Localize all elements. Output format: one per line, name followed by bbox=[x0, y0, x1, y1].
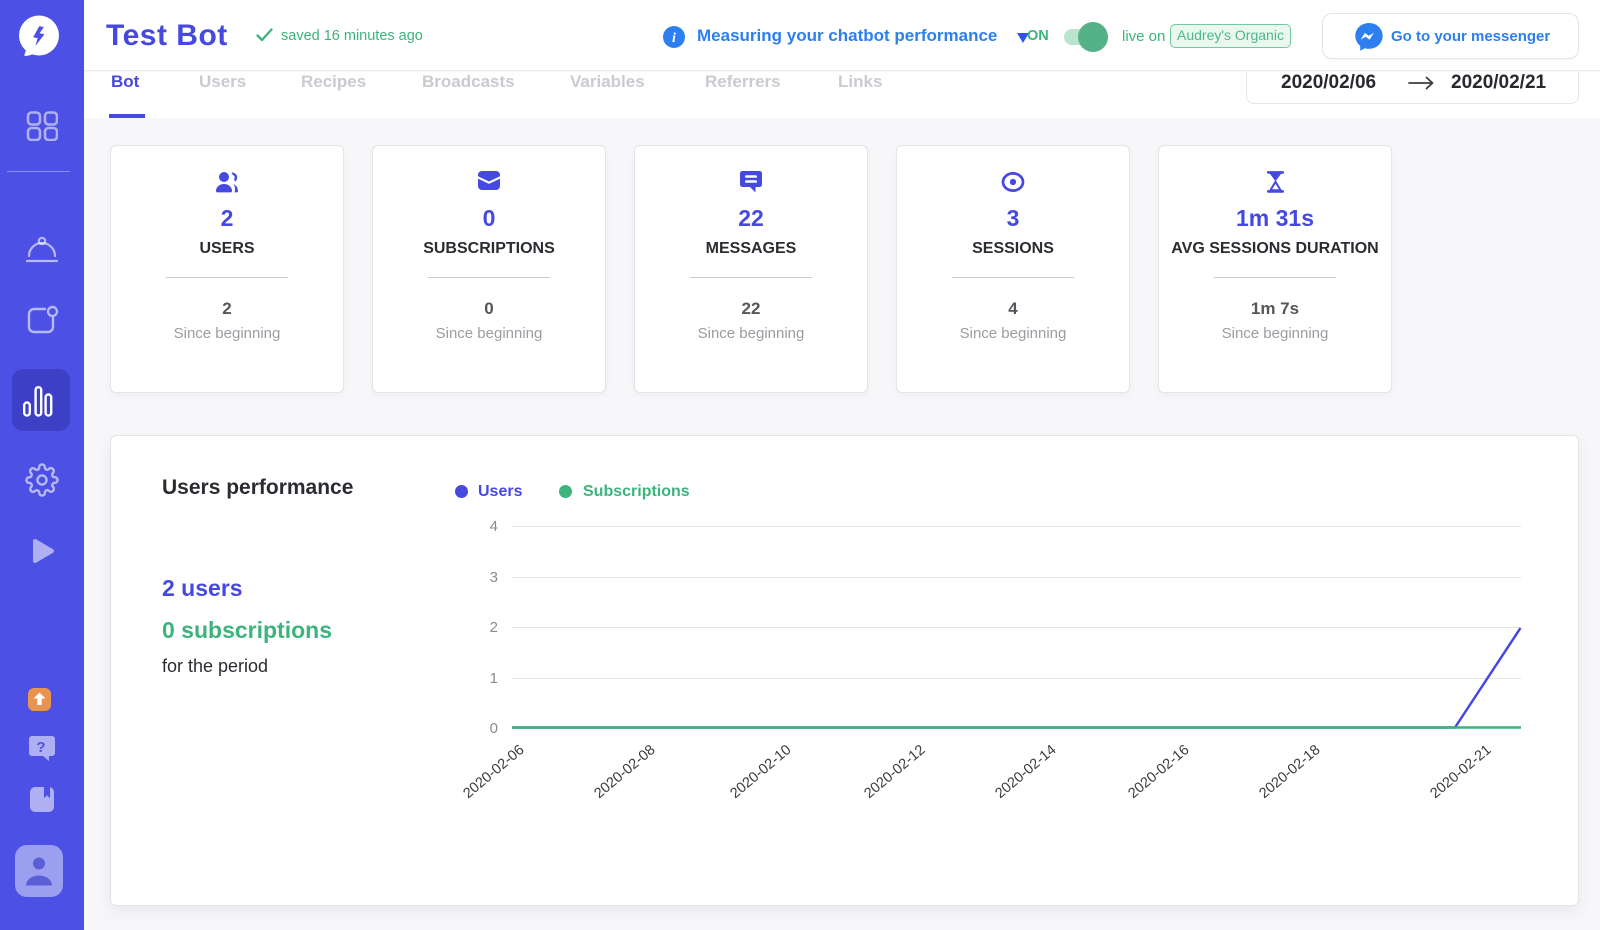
svg-text:?: ? bbox=[36, 739, 45, 756]
svg-text:i: i bbox=[672, 31, 676, 46]
